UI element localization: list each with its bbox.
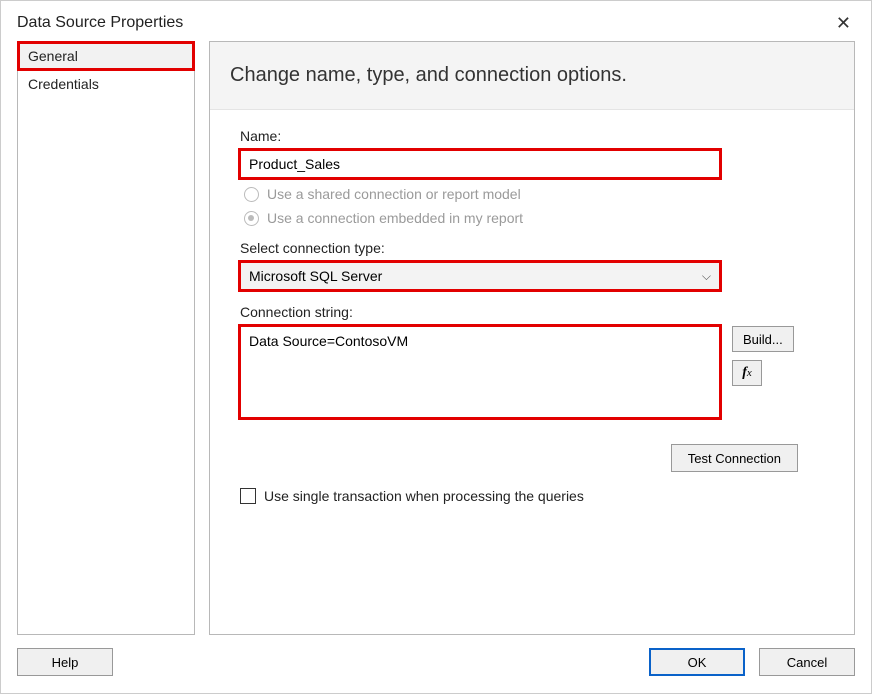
ok-button[interactable]: OK [649,648,745,676]
radio-icon [244,211,259,226]
connection-type-select[interactable]: Microsoft SQL Server ⌵ [240,262,720,290]
checkbox-icon[interactable] [240,488,256,504]
radio-embedded-connection: Use a connection embedded in my report [244,210,830,226]
sidebar-item-general[interactable]: General [18,42,194,70]
page-heading: Change name, type, and connection option… [210,42,854,110]
connection-type-value: Microsoft SQL Server [249,268,382,284]
close-icon[interactable]: ✕ [826,9,861,38]
sidebar: General Credentials [17,41,195,635]
window-title: Data Source Properties [17,14,183,32]
radio-shared-connection: Use a shared connection or report model [244,186,830,202]
help-button[interactable]: Help [17,648,113,676]
connection-string-input[interactable] [240,326,720,418]
radio-embedded-label: Use a connection embedded in my report [267,210,523,226]
expression-button[interactable]: fx [732,360,762,386]
build-button[interactable]: Build... [732,326,794,352]
single-transaction-label: Use single transaction when processing t… [264,488,584,504]
name-label: Name: [240,128,830,144]
chevron-down-icon: ⌵ [702,269,711,284]
radio-shared-label: Use a shared connection or report model [267,186,521,202]
connection-type-label: Select connection type: [240,240,830,256]
test-connection-button[interactable]: Test Connection [671,444,798,472]
connection-string-label: Connection string: [240,304,830,320]
single-transaction-row[interactable]: Use single transaction when processing t… [240,488,830,504]
sidebar-item-credentials[interactable]: Credentials [18,70,194,98]
name-input[interactable] [240,150,720,178]
radio-icon [244,187,259,202]
cancel-button[interactable]: Cancel [759,648,855,676]
main-panel: Change name, type, and connection option… [209,41,855,635]
